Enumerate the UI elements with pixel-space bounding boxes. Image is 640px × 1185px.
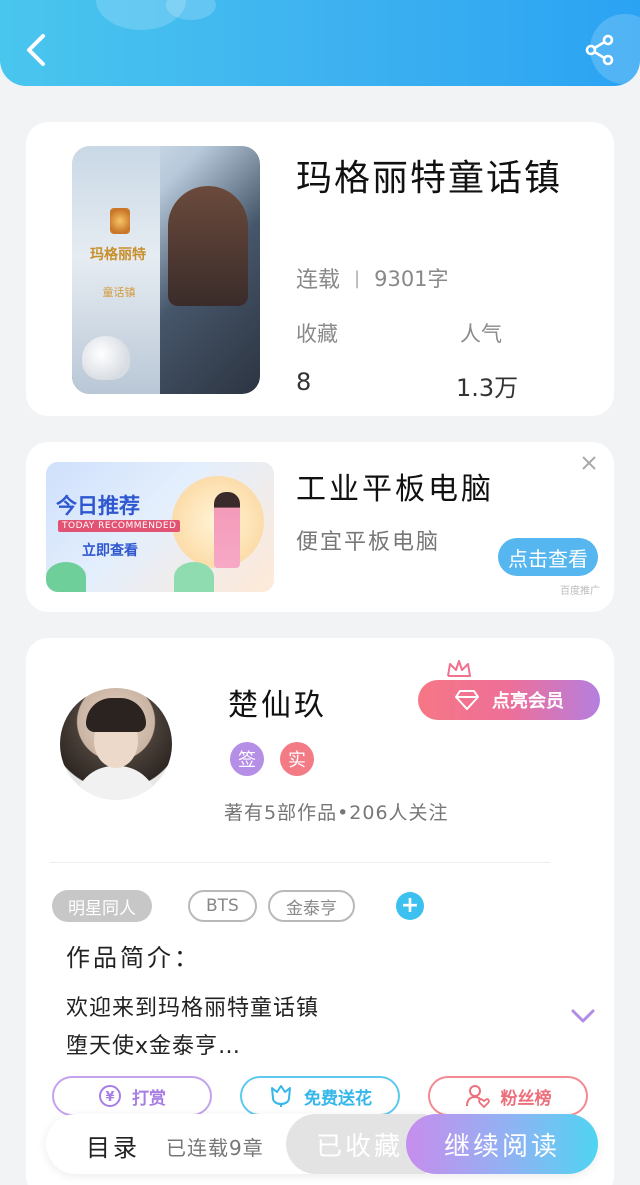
intro-line: 欢迎来到玛格丽特童话镇 [66,996,320,1021]
vip-button-label: 点亮会员 [492,691,564,712]
cover-title: 玛格丽特 [90,247,146,263]
fans-ranking-label: 粉丝榜 [500,1088,552,1109]
diamond-icon [455,690,479,710]
chevron-left-icon [27,34,45,66]
ad-leaf-art [174,562,214,592]
avatar-hair-art [86,698,146,732]
ad-description: 便宜平板电脑 [296,530,441,555]
intro-text: 欢迎来到玛格丽特童话镇 堕天使x金泰亨… [66,990,546,1066]
favorites-label: 收藏 [296,322,338,346]
book-cover[interactable]: 玛格丽特 童话镇 [72,146,260,394]
book-status-row: 连载 | 9301字 [296,262,449,294]
ad-banner-cta: 立即查看 [82,543,138,559]
bottom-action-bar: 目录 已连载9章 已收藏 继续阅读 [46,1114,598,1174]
top-header [0,0,640,86]
ad-banner-title: 今日推荐 [56,494,140,518]
section-divider [50,862,550,863]
flower-icon [271,1085,291,1107]
fans-ranking-button[interactable]: 粉丝榜 [428,1076,588,1116]
continue-reading-button[interactable]: 继续阅读 [406,1114,598,1174]
author-name[interactable]: 楚仙玖 [228,680,327,724]
popularity-label: 人气 [460,322,502,346]
favorites-value: 8 [296,368,312,396]
tag-celebrity-fanfic[interactable]: 明星同人 [52,890,152,922]
ad-girl-art [214,492,240,568]
tag-bts[interactable]: BTS [188,890,257,922]
chevron-down-icon[interactable] [570,1006,596,1026]
favorited-button[interactable]: 已收藏 [286,1114,426,1174]
plus-icon: + [400,893,420,918]
chapter-count: 已连载9章 [166,1136,264,1160]
author-avatar[interactable] [60,688,172,800]
svg-text:¥: ¥ [105,1090,114,1105]
book-info-card: 玛格丽特 童话镇 玛格丽特童话镇 连载 | 9301字 收藏 8 人气 1.3万 [26,122,614,416]
add-tag-button[interactable]: + [396,892,424,920]
tag-kim-taehyung[interactable]: 金泰亨 [268,890,355,922]
cover-figure-art [168,186,248,306]
author-stats: 著有5部作品•206人关注 [224,802,449,824]
cover-lamp-art [110,208,130,234]
word-count: 9301字 [374,267,449,291]
ad-view-button[interactable]: 点击查看 [498,538,598,576]
book-title: 玛格丽特童话镇 [296,158,563,199]
cover-subtitle: 童话镇 [102,286,136,299]
ad-close-button[interactable] [576,450,602,476]
serial-status: 连载 [296,268,341,293]
popularity-value: 1.3万 [456,374,519,402]
user-heart-icon [465,1085,490,1109]
close-icon [582,456,596,470]
catalog-button[interactable]: 目录 [86,1128,140,1163]
ad-banner-subtitle: TODAY RECOMMENDED [58,520,181,532]
intro-line: 堕天使x金泰亨… [66,1034,242,1059]
ad-banner-image[interactable]: 今日推荐 TODAY RECOMMENDED 立即查看 [46,462,274,592]
ad-source-label: 百度推广 [560,586,600,597]
ad-card[interactable]: 今日推荐 TODAY RECOMMENDED 立即查看 工业平板电脑 便宜平板电… [26,442,614,612]
cover-cat-art [82,336,130,380]
send-flower-label: 免费送花 [304,1088,372,1109]
intro-label: 作品简介： [66,944,201,972]
author-card: 楚仙玖 点亮会员 签 实 著有5部作品•206人关注 明星同人 BTS 金泰亨 … [26,638,614,1185]
vip-button[interactable]: 点亮会员 [418,680,600,720]
back-button[interactable] [18,30,54,70]
avatar-shirt-art [74,766,158,800]
verified-badge: 实 [280,742,314,776]
crown-icon [447,660,471,677]
ad-title: 工业平板电脑 [296,472,494,507]
yen-coin-icon: ¥ [99,1085,121,1107]
tip-label: 打赏 [132,1088,166,1109]
send-flower-button[interactable]: 免费送花 [240,1076,400,1116]
share-button[interactable] [580,30,620,70]
share-icon [585,34,614,66]
status-separator: | [354,267,361,289]
signed-badge: 签 [230,742,264,776]
tip-button[interactable]: ¥ 打赏 [52,1076,212,1116]
ad-leaf-art [46,562,86,592]
